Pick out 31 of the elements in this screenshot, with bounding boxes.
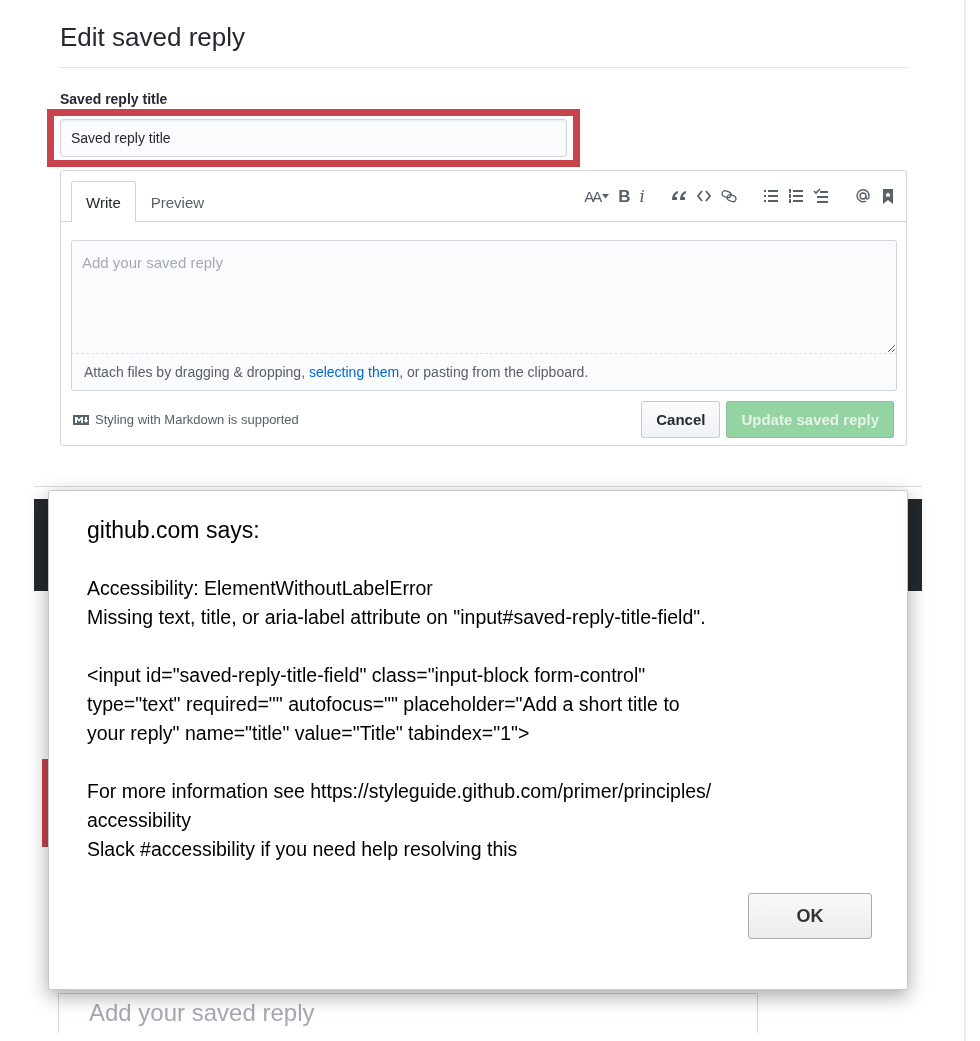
at-sign-icon[interactable]: [855, 188, 871, 204]
italic-tool[interactable]: i: [639, 187, 645, 205]
title-input[interactable]: Saved reply title: [60, 119, 567, 157]
code-icon[interactable]: [696, 188, 712, 204]
ok-button[interactable]: OK: [748, 893, 872, 939]
editor-tab[interactable]: Preview: [135, 181, 220, 222]
caret-icon: [602, 193, 610, 199]
editor-tab[interactable]: Write: [71, 181, 136, 222]
message-line: Slack #accessibility if you need help resolving this: [87, 837, 519, 862]
heading-tool[interactable]: AA: [584, 188, 610, 204]
bookmark-icon[interactable]: [880, 188, 896, 204]
markdown-icon: [73, 414, 89, 425]
bold-tool[interactable]: B: [618, 187, 631, 205]
task-list-icon[interactable]: [813, 188, 829, 204]
attach-hint: Attach files by dragging & dropping, selecting them, or pasting from the clipboard.: [71, 354, 897, 391]
message-line: type="text" required="" autofocus="" placeholder="Add a short title to: [87, 692, 681, 717]
page-title: Edit saved reply: [60, 22, 907, 68]
link-icon[interactable]: [721, 188, 737, 204]
message-line: Missing text, title, or aria-label attribute on "input#saved-reply-title-field".: [87, 605, 707, 630]
dialog-title: github.com says:: [87, 517, 261, 544]
message-line: For more information see https://styleguide.github.com/primer/principles/: [87, 779, 713, 804]
field-label: Saved reply title: [60, 91, 169, 107]
markdown-note: Styling with Markdown is supported: [95, 412, 299, 427]
reply-textarea[interactable]: Add your saved reply: [71, 240, 897, 354]
message-line: Accessibility: ElementWithoutLabelError: [87, 576, 434, 601]
message-line: your reply" name="title" value="Title" tabindex="1">: [87, 721, 531, 746]
message-line: <input id="saved-reply-title-field" class="input-block form-control": [87, 663, 647, 688]
message-line: accessibility: [87, 808, 193, 833]
bullet-list-icon[interactable]: [763, 188, 779, 204]
numbered-list-icon[interactable]: [788, 188, 804, 204]
cancel-button[interactable]: Cancel: [641, 401, 721, 438]
